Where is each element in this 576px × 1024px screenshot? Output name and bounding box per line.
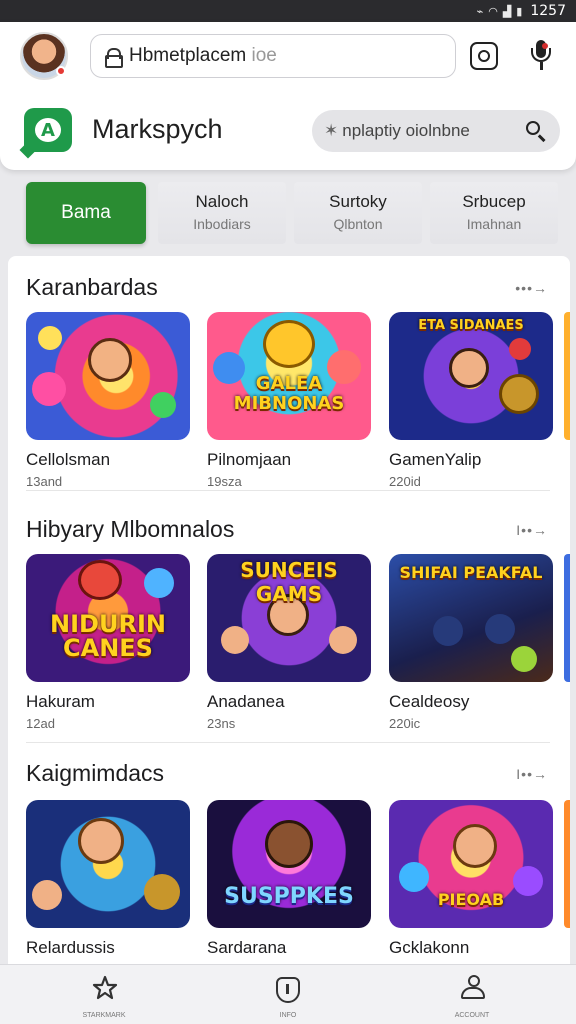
tab-label: Srbucep: [462, 192, 526, 211]
game-meta: 23ns: [207, 716, 236, 731]
shield-icon: [276, 977, 300, 1003]
game-art-title: NIDURIN CANES: [50, 610, 166, 662]
url-text: Hbmetplacem ioe: [129, 45, 277, 66]
game-art-title: PIEOAB: [437, 890, 505, 909]
game-card[interactable]: ETA SIDANAES GamenYalip 220id: [389, 312, 553, 489]
game-thumbnail: [26, 800, 190, 928]
game-title: Pilnomjaan: [207, 450, 292, 469]
game-title: Cellolsman: [26, 450, 111, 469]
game-meta: 12ad: [26, 716, 55, 731]
nav-item-account[interactable]: ACCOUNT: [442, 973, 502, 1019]
camera-icon[interactable]: [470, 42, 498, 70]
divider: [26, 742, 550, 743]
game-thumbnail: SUSPPKES: [207, 800, 371, 928]
wifi-icon: ◠: [488, 5, 498, 18]
section-title: Kaigmimdacs: [26, 760, 165, 786]
game-card[interactable]: NIDURIN CANES Hakuram 12ad: [26, 554, 190, 731]
tab-1[interactable]: Naloch Inbodiars: [158, 182, 286, 244]
content-panel: Karanbardas •••→ Cellolsman 13and GALEA …: [8, 256, 570, 976]
game-card[interactable]: PIEOAB Gcklakonn: [389, 800, 553, 962]
game-art-title: SHIFAI PEAKFAL: [399, 563, 543, 582]
nav-label: INFO: [279, 1012, 297, 1019]
next-card-peek: [564, 800, 570, 928]
app-logo-icon: A: [19, 108, 72, 159]
game-meta: 19sza: [207, 474, 242, 489]
user-icon: [460, 975, 486, 1001]
game-thumbnail: SUNCEIS GAMS: [207, 554, 371, 682]
game-title: GamenYalip: [389, 450, 482, 469]
notification-dot: [56, 66, 66, 76]
tab-label: Naloch: [195, 192, 249, 211]
star-icon: [92, 975, 118, 1000]
status-bar: ⌁ ◠ ▟ ▮ 1257: [0, 0, 576, 22]
tab-label: Surtoky: [329, 192, 387, 211]
app-name: Markspych: [92, 114, 223, 144]
game-thumbnail: SHIFAI PEAKFAL: [389, 554, 553, 682]
nav-item-info[interactable]: INFO: [258, 973, 318, 1019]
game-card[interactable]: SUNCEIS GAMS Anadanea 23ns: [207, 554, 371, 731]
game-thumbnail: ETA SIDANAES: [389, 312, 553, 440]
search-placeholder: nplaptiy oiolnbne: [342, 121, 470, 140]
status-time: 1257: [530, 3, 566, 19]
section-title: Karanbardas: [26, 274, 158, 300]
game-title: Anadanea: [207, 692, 285, 711]
sparkle-icon: ✶: [324, 121, 339, 140]
silent-icon: ⌁: [476, 5, 484, 18]
game-thumbnail: [26, 312, 190, 440]
section-title: Hibyary Mlbomnalos: [26, 516, 235, 542]
game-title: Hakuram: [26, 692, 95, 711]
game-card[interactable]: SUSPPKES Sardarana: [207, 800, 371, 962]
game-card[interactable]: Relardussis: [26, 800, 190, 962]
tab-sublabel: Qlbnton: [333, 216, 383, 232]
game-title: Sardarana: [207, 938, 287, 957]
game-meta: 220id: [389, 474, 421, 489]
game-title: Relardussis: [26, 938, 115, 957]
microphone-icon[interactable]: [528, 40, 554, 74]
game-card[interactable]: GALEA MIBNONAS Pilnomjaan 19sza: [207, 312, 371, 489]
tab-active[interactable]: Bama: [26, 182, 146, 244]
game-art-title: SUNCEIS GAMS: [240, 558, 338, 606]
game-title: Cealdeosy: [389, 692, 470, 711]
game-meta: 220ic: [389, 716, 421, 731]
game-thumbnail: GALEA MIBNONAS: [207, 312, 371, 440]
next-card-peek: [564, 554, 570, 682]
nav-label: STARKMARK: [82, 1012, 126, 1019]
tab-2[interactable]: Surtoky Qlbnton: [294, 182, 422, 244]
tab-3[interactable]: Srbucep Imahnan: [430, 182, 558, 244]
game-thumbnail: PIEOAB: [389, 800, 553, 928]
category-tabs: Bama Naloch Inbodiars Surtoky Qlbnton Sr…: [0, 182, 576, 246]
lock-icon: [105, 48, 123, 68]
game-art-title: GALEA MIBNONAS: [233, 373, 345, 414]
see-more-button[interactable]: •••→: [515, 280, 548, 296]
url-bar[interactable]: Hbmetplacem ioe: [90, 34, 456, 78]
bottom-nav: STARKMARK INFO ACCOUNT: [0, 964, 576, 1024]
browser-header: Hbmetplacem ioe A Markspych ✶ nplaptiy o…: [0, 22, 576, 170]
see-more-button[interactable]: I••→: [516, 766, 548, 782]
game-card[interactable]: SHIFAI PEAKFAL Cealdeosy 220ic: [389, 554, 553, 731]
game-title: Gcklakonn: [389, 938, 470, 957]
battery-icon: ▮: [516, 5, 523, 18]
next-card-peek: [564, 312, 570, 440]
game-art-title: SUSPPKES: [224, 884, 354, 909]
nav-label: ACCOUNT: [454, 1012, 490, 1019]
status-icons: ⌁ ◠ ▟ ▮: [477, 5, 523, 18]
search-icon[interactable]: [526, 121, 546, 141]
search-input[interactable]: ✶ nplaptiy oiolnbne: [312, 110, 560, 152]
avatar[interactable]: [20, 32, 68, 80]
signal-icon: ▟: [502, 5, 512, 18]
game-art-title: ETA SIDANAES: [418, 318, 524, 333]
tab-sublabel: Inbodiars: [193, 216, 251, 232]
game-card[interactable]: Cellolsman 13and: [26, 312, 190, 489]
tab-sublabel: Imahnan: [466, 216, 522, 232]
see-more-button[interactable]: I••→: [516, 522, 548, 538]
nav-item-star[interactable]: STARKMARK: [74, 973, 134, 1019]
game-meta: 13and: [26, 474, 63, 489]
game-thumbnail: NIDURIN CANES: [26, 554, 190, 682]
divider: [26, 490, 550, 491]
